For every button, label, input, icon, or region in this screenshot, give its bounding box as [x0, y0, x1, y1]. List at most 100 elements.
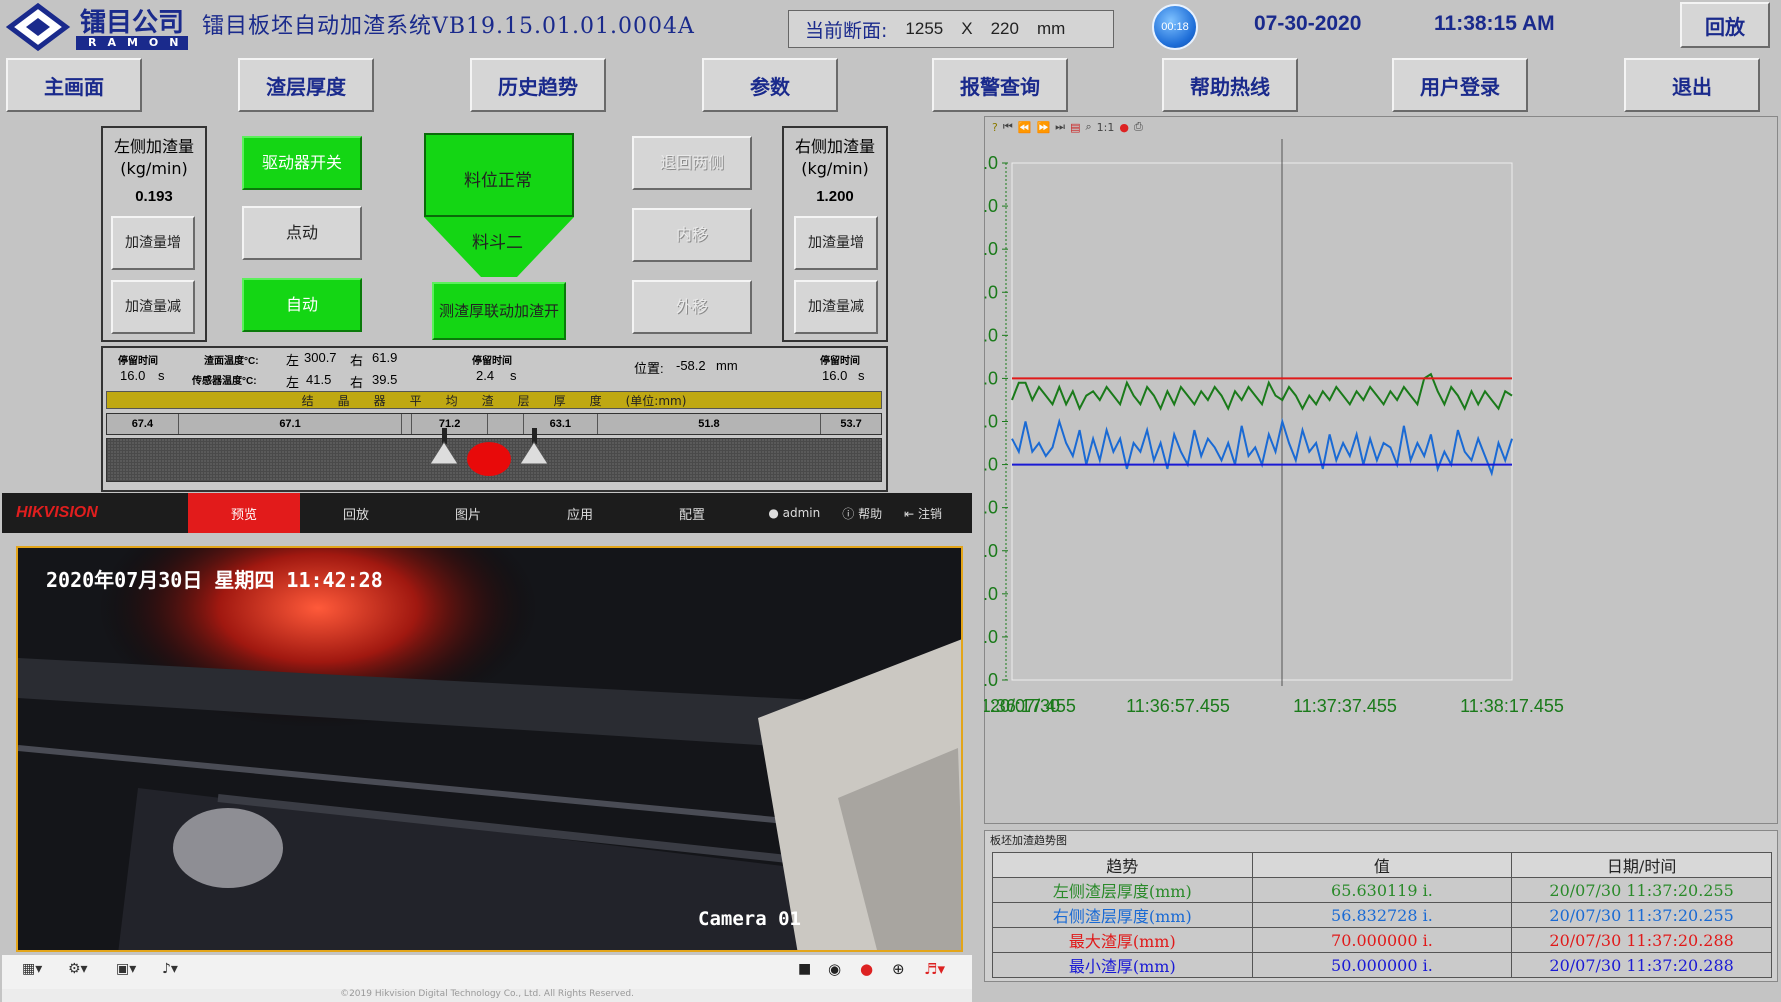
camera-feed[interactable]: 2020年07月30日 星期四 11:42:28 Camera 01 [16, 546, 963, 952]
app-title: 镭目板坯自动加渣系统VB19.15.01.01.0004A [202, 14, 695, 39]
tab-pictures[interactable]: 图片 [412, 493, 524, 533]
nav-parameters[interactable]: 参数 [702, 58, 838, 112]
left-dwell-time: 16.0 [120, 368, 146, 383]
audio-icon[interactable]: ♬▾ [924, 960, 945, 978]
col-value: 值 [1251, 852, 1513, 878]
microphone-icon[interactable]: ♪▾ [162, 961, 178, 977]
legend-datetime: 20/07/30 11:37:20.288 [1511, 927, 1772, 953]
legend-row[interactable]: 最小渣厚(mm) 50.000000 i. 20/07/30 11:37:20.28… [992, 952, 1772, 978]
col-datetime: 日期/时间 [1511, 852, 1772, 878]
legend-datetime: 20/07/30 11:37:20.255 [1511, 877, 1772, 903]
help-icon[interactable]: ? [992, 121, 998, 134]
x-tick-label: 11:36:17.455 [984, 696, 1076, 716]
info-icon: ⓘ [842, 506, 855, 521]
tab-preview[interactable]: 预览 [188, 493, 300, 533]
mold-avg-thickness-bar: 结 晶 器 平 均 渣 层 厚 度 (单位:mm) [106, 391, 882, 409]
y-tick-label: 90.0 [984, 282, 998, 302]
mid-dwell-time: 2.4 [476, 368, 495, 383]
retract-both-button[interactable]: 退回两侧 [632, 136, 752, 190]
company-name-en: RAMON [88, 36, 190, 49]
legend-row[interactable]: 左侧渣层厚度(mm) 65.630119 i. 20/07/30 11:37:20.… [992, 877, 1772, 903]
zone-value: 67.1 [179, 414, 403, 434]
trend-chart[interactable]: 120.0 110.0 100.0 90.0 80.0 70.0 60.0 50.0 40.0 3… [984, 136, 1778, 824]
nav-exit[interactable]: 退出 [1624, 58, 1760, 112]
nav-user-login[interactable]: 用户登录 [1392, 58, 1528, 112]
y-tick-label: 70.0 [984, 368, 998, 388]
y-tick-label: 80.0 [984, 325, 998, 345]
zone-value: 51.8 [598, 414, 822, 434]
right-feed-decrease-button[interactable]: 加渣量减 [794, 280, 878, 334]
y-tick-label: 110.0 [984, 196, 998, 216]
mold-sensor-graphic [429, 428, 549, 476]
position-value: -58.2 [676, 358, 706, 373]
playback-button[interactable]: 回放 [1680, 2, 1770, 48]
right-feed-value: 1.200 [816, 188, 854, 205]
tab-config[interactable]: 配置 [636, 493, 748, 533]
zoom-icon[interactable]: ⊕ [892, 960, 905, 978]
right-dwell-time: 16.0 [822, 368, 848, 383]
zoom-icon[interactable]: ⌕ [1085, 120, 1091, 134]
tab-playback[interactable]: 回放 [300, 493, 412, 533]
first-icon[interactable]: ⏮ [1003, 120, 1013, 134]
camera-icon[interactable]: ◉ [828, 960, 841, 978]
legend-row[interactable]: 右侧渣层厚度(mm) 56.832728 i. 20/07/30 11:37:20.… [992, 902, 1772, 928]
camera-osd-time: 2020年07月30日 星期四 11:42:28 [46, 568, 383, 592]
y-tick-label: 120.0 [984, 153, 998, 173]
nav-history-trend[interactable]: 历史趋势 [470, 58, 606, 112]
legend-trend-name: 右侧渣层厚度(mm) [992, 902, 1253, 928]
left-feed-decrease-button[interactable]: 加渣量减 [111, 280, 195, 334]
y-tick-label: 0.0 [984, 670, 998, 690]
legend-panel-title: 板坯加渣趋势图 [990, 834, 1067, 847]
legend-datetime: 20/07/30 11:37:20.288 [1511, 952, 1772, 978]
y-tick-label: 10.0 [984, 627, 998, 647]
x-tick-label: 11:36:57.455 [1126, 696, 1230, 716]
company-name: 镭目公司 [80, 8, 185, 38]
right-feed-increase-button[interactable]: 加渣量增 [794, 216, 878, 270]
legend-trend-name: 最小渣厚(mm) [992, 952, 1253, 978]
hopper-name: 料斗二 [472, 233, 523, 253]
help-link[interactable]: ⓘ 帮助 [842, 505, 882, 522]
zone-value: 53.7 [840, 418, 862, 430]
date-display: 07-30-2020 [1254, 12, 1362, 35]
user-menu[interactable]: ● admin [768, 506, 820, 520]
prev-icon[interactable]: ⏪ [1018, 121, 1032, 134]
auto-button[interactable]: 自动 [242, 278, 362, 332]
nav-slag-thickness[interactable]: 渣层厚度 [238, 58, 374, 112]
next-icon[interactable]: ⏩ [1036, 121, 1050, 134]
legend-row[interactable]: 最大渣厚(mm) 70.000000 i. 20/07/30 11:37:20.28… [992, 927, 1772, 953]
one-to-one-icon[interactable]: 1:1 [1097, 121, 1115, 134]
nav-alarm-query[interactable]: 报警查询 [932, 58, 1068, 112]
stop-icon[interactable]: ■ [798, 961, 811, 977]
driver-switch-button[interactable]: 驱动器开关 [242, 136, 362, 190]
y-tick-label: 60.0 [984, 412, 998, 432]
sensor-temp-left: 41.5 [306, 372, 332, 387]
tab-application[interactable]: 应用 [524, 493, 636, 533]
stop-icon[interactable]: ● [1119, 121, 1129, 134]
layout-icon[interactable]: ▦▾ [22, 961, 42, 977]
current-section: 当前断面: 1255 X 220 mm [788, 10, 1114, 48]
capture-mode-icon[interactable]: ▣▾ [116, 961, 136, 977]
scale-icon[interactable]: ▤ [1070, 121, 1080, 134]
camera-scene [18, 548, 961, 950]
nav-main[interactable]: 主画面 [6, 58, 142, 112]
legend-datetime: 20/07/30 11:37:20.255 [1511, 902, 1772, 928]
move-out-button[interactable]: 外移 [632, 280, 752, 334]
legend-trend-name: 最大渣厚(mm) [992, 927, 1253, 953]
hikvision-logo: HIKVISION [16, 504, 98, 521]
y-tick-label: 40.0 [984, 498, 998, 518]
left-feed-increase-button[interactable]: 加渣量增 [111, 216, 195, 270]
record-icon[interactable]: ● [860, 960, 873, 978]
user-icon: ● [768, 506, 779, 520]
last-icon[interactable]: ⏭ [1055, 120, 1065, 134]
jog-button[interactable]: 点动 [242, 206, 362, 260]
logout-link[interactable]: ⇤ 注销 [904, 505, 942, 522]
legend-trend-name: 左侧渣层厚度(mm) [992, 877, 1253, 903]
stream-icon[interactable]: ⚙▾ [68, 961, 88, 977]
timer-badge[interactable]: 00:18 [1152, 4, 1198, 50]
print-icon[interactable]: ⎙ [1134, 120, 1143, 134]
nav-help-hotline[interactable]: 帮助热线 [1162, 58, 1298, 112]
legend-value: 65.630119 i. [1251, 877, 1513, 903]
legend-value: 50.000000 i. [1251, 952, 1513, 978]
linkage-feed-button[interactable]: 测渣厚联动加渣开 [432, 282, 566, 340]
move-in-button[interactable]: 内移 [632, 208, 752, 262]
